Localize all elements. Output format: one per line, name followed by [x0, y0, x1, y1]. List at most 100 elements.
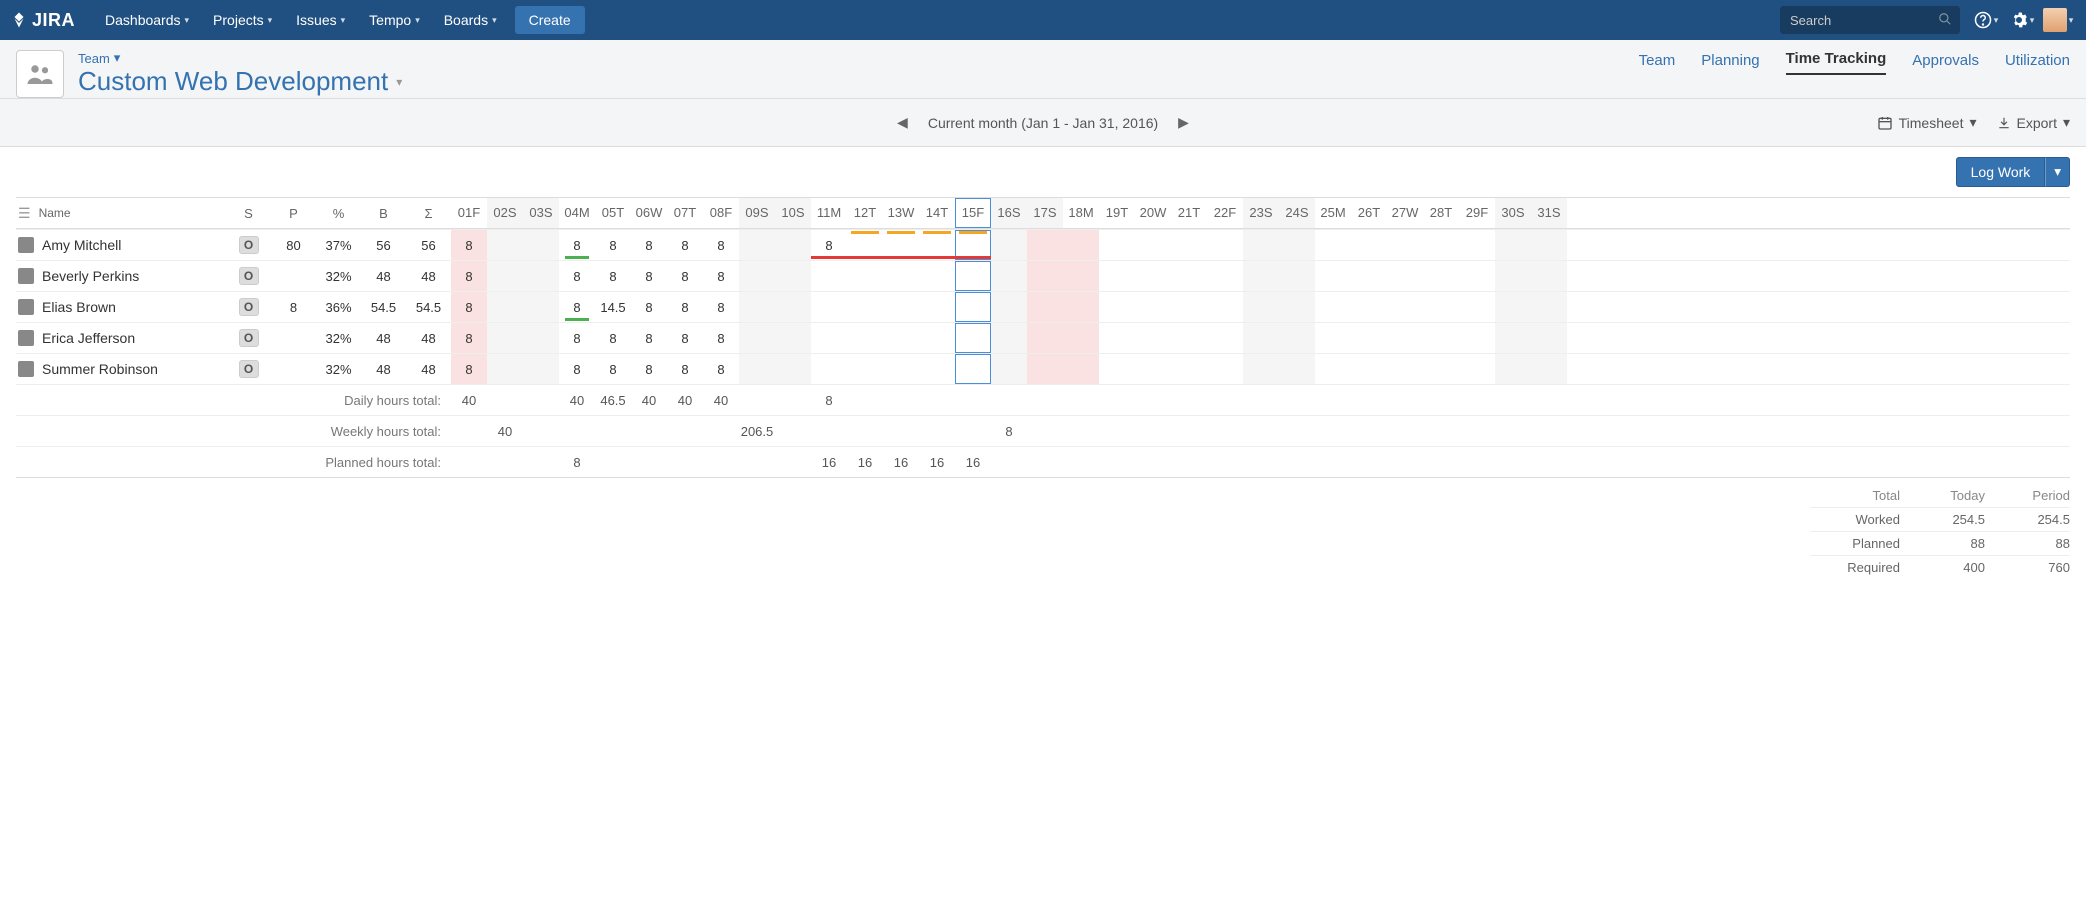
nav-item-boards[interactable]: Boards ▾ — [432, 0, 509, 40]
day-cell[interactable] — [1315, 292, 1351, 322]
day-cell[interactable] — [1027, 261, 1063, 291]
day-cell[interactable] — [847, 354, 883, 384]
day-cell[interactable] — [847, 261, 883, 291]
day-cell[interactable]: 8 — [667, 230, 703, 260]
settings-icon[interactable]: ▾ — [2004, 0, 2040, 40]
day-cell[interactable] — [1315, 230, 1351, 260]
day-cell[interactable] — [1531, 292, 1567, 322]
day-cell[interactable] — [1387, 354, 1423, 384]
day-cell[interactable] — [1243, 292, 1279, 322]
day-cell[interactable] — [811, 323, 847, 353]
day-cell[interactable]: 18M — [1063, 198, 1099, 228]
day-cell[interactable] — [883, 354, 919, 384]
day-cell[interactable] — [1495, 323, 1531, 353]
day-cell[interactable] — [1063, 292, 1099, 322]
period-next-icon[interactable]: ▶ — [1178, 114, 1189, 131]
day-cell[interactable] — [1423, 354, 1459, 384]
day-cell[interactable]: 8 — [667, 261, 703, 291]
day-cell[interactable]: 8 — [559, 323, 595, 353]
day-cell[interactable] — [955, 323, 991, 353]
day-cell[interactable] — [1099, 292, 1135, 322]
user-avatar[interactable]: ▾ — [2040, 0, 2076, 40]
day-cell[interactable] — [1495, 354, 1531, 384]
menu-icon[interactable]: ☰ — [18, 205, 31, 222]
day-cell[interactable] — [1495, 261, 1531, 291]
day-cell[interactable] — [991, 261, 1027, 291]
day-cell[interactable]: 8 — [631, 323, 667, 353]
day-cell[interactable] — [775, 230, 811, 260]
day-cell[interactable] — [1207, 292, 1243, 322]
day-cell[interactable]: 28T — [1423, 198, 1459, 228]
day-cell[interactable]: 8 — [559, 292, 595, 322]
day-cell[interactable]: 03S — [523, 198, 559, 228]
day-cell[interactable] — [1351, 323, 1387, 353]
day-cell[interactable] — [919, 230, 955, 260]
day-cell[interactable] — [1027, 292, 1063, 322]
day-cell[interactable] — [1171, 354, 1207, 384]
day-cell[interactable] — [1459, 261, 1495, 291]
day-cell[interactable] — [1027, 354, 1063, 384]
day-cell[interactable] — [1135, 354, 1171, 384]
day-cell[interactable]: 8 — [595, 230, 631, 260]
nav-item-projects[interactable]: Projects ▾ — [201, 0, 284, 40]
day-cell[interactable]: 12T — [847, 198, 883, 228]
tab-team[interactable]: Team — [1639, 52, 1676, 75]
day-cell[interactable] — [1207, 354, 1243, 384]
create-button[interactable]: Create — [515, 6, 585, 34]
day-cell[interactable]: 10S — [775, 198, 811, 228]
tab-utilization[interactable]: Utilization — [2005, 52, 2070, 75]
day-cell[interactable] — [955, 354, 991, 384]
day-cell[interactable]: 8 — [451, 354, 487, 384]
day-cell[interactable] — [775, 323, 811, 353]
tab-time-tracking[interactable]: Time Tracking — [1786, 50, 1887, 75]
day-cell[interactable] — [775, 261, 811, 291]
day-cell[interactable] — [847, 230, 883, 260]
day-cell[interactable] — [1423, 292, 1459, 322]
day-cell[interactable]: 08F — [703, 198, 739, 228]
day-cell[interactable]: 8 — [703, 292, 739, 322]
day-cell[interactable]: 8 — [559, 354, 595, 384]
day-cell[interactable] — [1171, 230, 1207, 260]
day-cell[interactable] — [1531, 230, 1567, 260]
day-cell[interactable]: 04M — [559, 198, 595, 228]
day-cell[interactable] — [739, 323, 775, 353]
day-cell[interactable] — [739, 354, 775, 384]
day-cell[interactable] — [847, 323, 883, 353]
day-cell[interactable] — [1063, 261, 1099, 291]
day-cell[interactable]: 8 — [451, 292, 487, 322]
day-cell[interactable]: 8 — [559, 230, 595, 260]
day-cell[interactable] — [919, 292, 955, 322]
day-cell[interactable] — [1387, 292, 1423, 322]
day-cell[interactable]: 19T — [1099, 198, 1135, 228]
day-cell[interactable] — [991, 230, 1027, 260]
day-cell[interactable] — [955, 292, 991, 322]
day-cell[interactable]: 8 — [595, 354, 631, 384]
day-cell[interactable] — [1099, 261, 1135, 291]
tab-planning[interactable]: Planning — [1701, 52, 1759, 75]
day-cell[interactable]: 09S — [739, 198, 775, 228]
day-cell[interactable] — [1495, 292, 1531, 322]
day-cell[interactable]: 24S — [1279, 198, 1315, 228]
day-cell[interactable] — [883, 323, 919, 353]
day-cell[interactable] — [1459, 292, 1495, 322]
day-cell[interactable] — [1243, 230, 1279, 260]
day-cell[interactable]: 8 — [667, 292, 703, 322]
day-cell[interactable]: 8 — [451, 261, 487, 291]
day-cell[interactable] — [1315, 323, 1351, 353]
day-cell[interactable] — [1387, 230, 1423, 260]
day-cell[interactable] — [1279, 323, 1315, 353]
day-cell[interactable] — [1135, 292, 1171, 322]
day-cell[interactable] — [1063, 230, 1099, 260]
day-cell[interactable]: 8 — [667, 323, 703, 353]
log-work-dropdown[interactable]: ▾ — [2045, 157, 2070, 187]
day-cell[interactable] — [523, 292, 559, 322]
day-cell[interactable] — [1099, 354, 1135, 384]
breadcrumb[interactable]: Team ▾ — [78, 50, 402, 66]
day-cell[interactable] — [991, 292, 1027, 322]
day-cell[interactable] — [1171, 292, 1207, 322]
day-cell[interactable] — [919, 323, 955, 353]
day-cell[interactable]: 14T — [919, 198, 955, 228]
day-cell[interactable] — [487, 230, 523, 260]
day-cell[interactable]: 07T — [667, 198, 703, 228]
tab-approvals[interactable]: Approvals — [1912, 52, 1979, 75]
